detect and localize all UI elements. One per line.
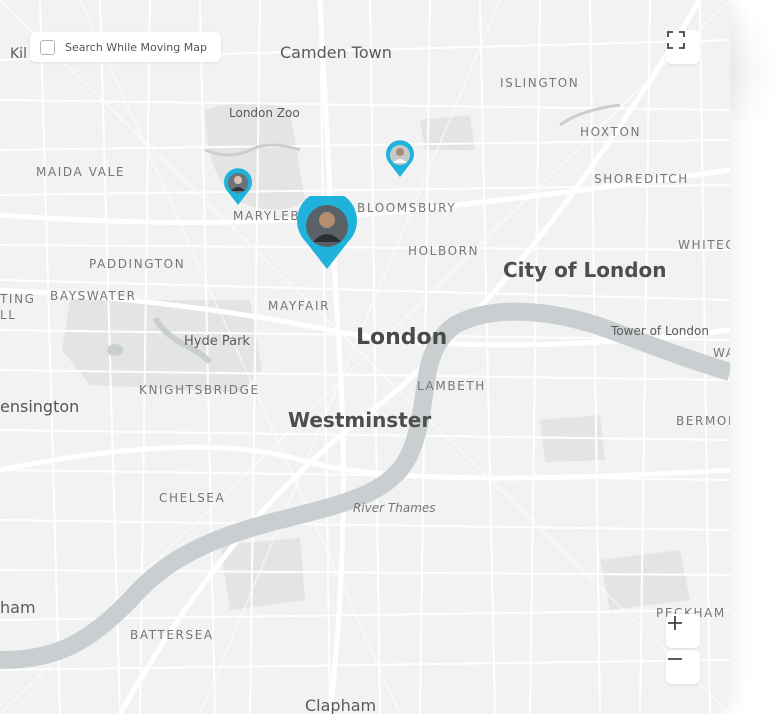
label-marylebone: MARYLEB [233,209,301,223]
search-while-moving-label: Search While Moving Map [65,40,207,54]
fullscreen-button[interactable] [666,30,700,64]
label-river-thames: River Thames [353,501,436,515]
fullscreen-icon [667,31,685,49]
label-battersea: BATTERSEA [130,628,214,642]
label-hoxton: HOXTON [580,125,642,139]
search-while-moving-checkbox[interactable] [40,39,55,55]
label-paddington: PADDINGTON [89,257,186,271]
label-london: London [356,325,448,350]
label-notting-hill-a: TING [0,292,36,306]
label-clapham: Clapham [305,696,377,714]
label-knightsbridge: KNIGHTSBRIDGE [139,383,260,397]
label-bermondsey: BERMON [676,414,730,428]
label-kilburn: Kil [10,46,27,62]
plus-icon [668,616,682,630]
label-mayfair: MAYFAIR [268,299,331,313]
label-holborn: HOLBORN [408,244,480,258]
label-london-zoo: London Zoo [229,106,300,120]
label-hyde-park: Hyde Park [184,334,250,349]
label-islington: ISLINGTON [500,76,580,90]
label-whitechapel: WHITEC [678,238,730,252]
zoom-out-button[interactable] [666,650,700,684]
label-westminster: Westminster [288,408,432,432]
label-wapping: WA [713,346,730,360]
label-fulham: ham [0,598,36,617]
label-lambeth: LAMBETH [417,379,486,393]
label-shoreditch: SHOREDITCH [594,172,689,186]
search-while-moving-toggle[interactable]: Search While Moving Map [30,32,221,62]
label-tower-of-london: Tower of London [611,324,709,338]
label-bayswater: BAYSWATER [50,289,137,303]
label-kensington: ensington [0,397,80,416]
zoom-in-button[interactable] [666,614,700,648]
label-camden-town: Camden Town [280,43,392,62]
edge-shadow [730,0,780,120]
minus-icon [668,658,682,660]
map-base-layer [0,0,730,714]
london-map[interactable]: Kil Camden Town ISLINGTON London Zoo HOX… [0,0,730,714]
label-chelsea: CHELSEA [159,491,226,505]
label-bloomsbury: BLOOMSBURY [357,201,457,215]
label-maida-vale: MAIDA VALE [36,165,126,179]
label-city-of-london: City of London [503,258,667,282]
label-notting-hill-b: LL [0,308,17,322]
